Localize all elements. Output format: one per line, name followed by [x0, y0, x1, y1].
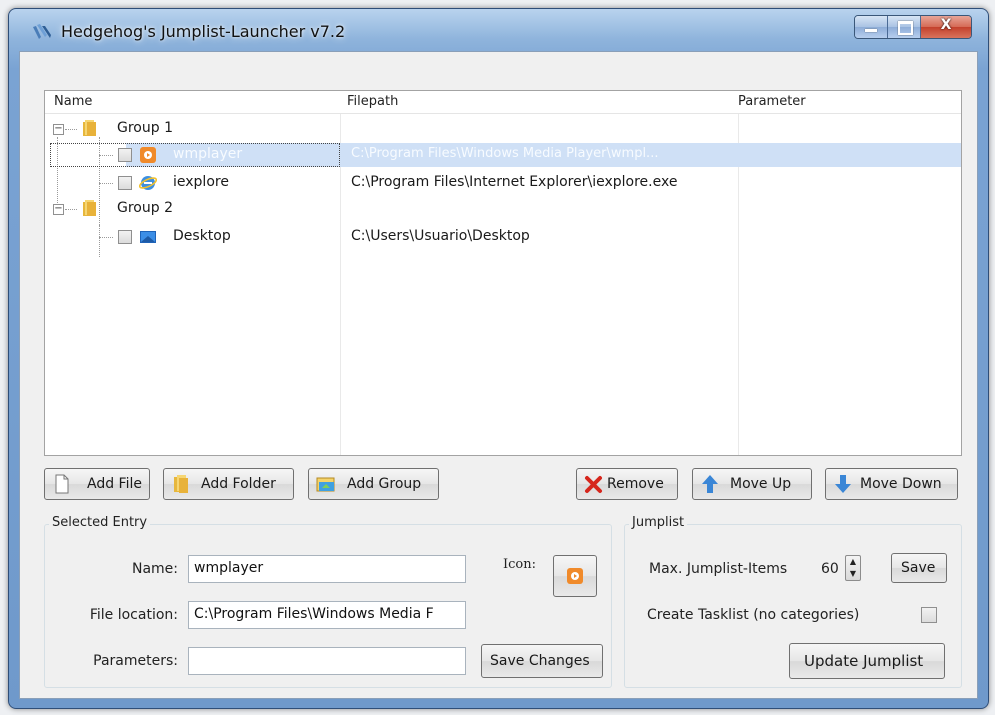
client-area: Name Filepath Parameter − Group 1 wmplay… [19, 51, 978, 699]
item-filepath: C:\Users\Usuario\Desktop [351, 228, 530, 244]
add-group-button[interactable]: Add Group [308, 468, 439, 500]
add-folder-button[interactable]: Add Folder [163, 468, 294, 500]
tree-connector [65, 129, 77, 130]
file-location-field[interactable]: C:\Program Files\Windows Media F [188, 601, 466, 629]
collapse-icon[interactable]: − [53, 124, 64, 135]
close-button[interactable]: X [921, 16, 971, 38]
item-checkbox[interactable] [118, 230, 132, 244]
folder-icon [174, 475, 188, 493]
jumplist-title: Jumplist [629, 515, 688, 530]
folder-icon [83, 120, 96, 136]
max-items-spinner[interactable]: ▲ ▼ [845, 555, 861, 581]
move-down-label: Move Down [860, 476, 942, 492]
save-changes-button[interactable]: Save Changes [481, 644, 603, 678]
save-label: Save [901, 560, 936, 576]
arrow-down-icon [835, 475, 851, 493]
arrow-up-icon [702, 475, 718, 493]
column-header-name[interactable]: Name [54, 94, 92, 109]
tree-row-item[interactable]: iexplore C:\Program Files\Internet Explo… [45, 171, 961, 195]
create-tasklist-checkbox[interactable] [921, 607, 937, 623]
file-location-label: File location: [89, 607, 178, 623]
item-name: iexplore [173, 174, 229, 190]
add-group-icon [316, 477, 335, 492]
item-checkbox[interactable] [118, 148, 132, 162]
media-player-icon [567, 568, 583, 584]
entries-tree-view[interactable]: Name Filepath Parameter − Group 1 wmplay… [44, 90, 962, 456]
add-file-label: Add File [87, 476, 142, 492]
move-up-button[interactable]: Move Up [692, 468, 812, 500]
icon-label: Icon: [503, 557, 536, 572]
minimize-icon [865, 29, 877, 32]
item-filepath: C:\Program Files\Internet Explorer\iexpl… [351, 174, 678, 190]
move-up-label: Move Up [730, 476, 792, 492]
create-tasklist-label: Create Tasklist (no categories) [647, 607, 860, 623]
tree-connector [99, 183, 113, 184]
item-filepath: C:\Program Files\Windows Media Player\wm… [351, 146, 659, 161]
group-label: Group 2 [117, 200, 173, 216]
save-max-items-button[interactable]: Save [891, 553, 947, 583]
name-field[interactable]: wmplayer [188, 555, 466, 583]
item-name: Desktop [173, 228, 231, 244]
parameters-label: Parameters: [93, 653, 178, 669]
max-items-value[interactable]: 60 [821, 561, 839, 577]
remove-x-icon [585, 476, 602, 493]
collapse-icon[interactable]: − [53, 204, 64, 215]
column-header-parameter[interactable]: Parameter [738, 94, 806, 109]
hedgehog-app-icon [33, 24, 51, 39]
desktop-icon [140, 231, 156, 243]
item-name: wmplayer [173, 146, 243, 162]
add-folder-label: Add Folder [201, 476, 276, 492]
tree-row-item[interactable]: wmplayer C:\Program Files\Windows Media … [45, 143, 961, 167]
tree-row-group[interactable]: − Group 2 [45, 197, 961, 221]
name-label: Name: [131, 561, 178, 577]
tree-row-item[interactable]: Desktop C:\Users\Usuario\Desktop [45, 225, 961, 249]
tree-connector [99, 155, 113, 156]
max-items-label: Max. Jumplist-Items [649, 561, 788, 577]
tree-connector [99, 237, 113, 238]
window-title: Hedgehog's Jumplist-Launcher v7.2 [61, 22, 346, 41]
minimize-button[interactable] [855, 16, 888, 38]
move-down-button[interactable]: Move Down [825, 468, 958, 500]
title-bar[interactable]: Hedgehog's Jumplist-Launcher v7.2 X [9, 9, 988, 53]
selected-entry-group: Selected Entry Name: wmplayer File locat… [44, 515, 612, 688]
file-icon [55, 474, 69, 494]
media-player-icon [140, 147, 156, 163]
spin-up-icon[interactable]: ▲ [846, 556, 860, 568]
update-jumplist-label: Update Jumplist [804, 652, 924, 670]
tree-row-group[interactable]: − Group 1 [45, 117, 961, 141]
close-icon: X [940, 17, 952, 33]
tree-connector [65, 209, 77, 210]
group-label: Group 1 [117, 120, 173, 136]
update-jumplist-button[interactable]: Update Jumplist [789, 643, 945, 679]
item-checkbox[interactable] [118, 176, 132, 190]
caption-buttons: X [854, 15, 972, 39]
remove-button[interactable]: Remove [576, 468, 678, 500]
parameters-field[interactable] [188, 647, 466, 675]
remove-label: Remove [607, 476, 664, 492]
selected-entry-title: Selected Entry [49, 515, 151, 530]
tree-header: Name Filepath Parameter [45, 91, 961, 114]
save-changes-label: Save Changes [490, 653, 590, 669]
add-group-label: Add Group [347, 476, 422, 492]
internet-explorer-icon [139, 176, 157, 190]
add-file-button[interactable]: Add File [44, 468, 150, 500]
maximize-button[interactable] [888, 16, 921, 38]
column-header-filepath[interactable]: Filepath [347, 94, 398, 109]
app-window: Hedgehog's Jumplist-Launcher v7.2 X Name… [8, 8, 989, 709]
folder-icon [83, 200, 96, 216]
maximize-icon [898, 21, 913, 35]
spin-down-icon[interactable]: ▼ [846, 568, 860, 580]
choose-icon-button[interactable] [553, 555, 597, 597]
jumplist-group: Jumplist Max. Jumplist-Items 60 ▲ ▼ Save… [624, 515, 962, 688]
